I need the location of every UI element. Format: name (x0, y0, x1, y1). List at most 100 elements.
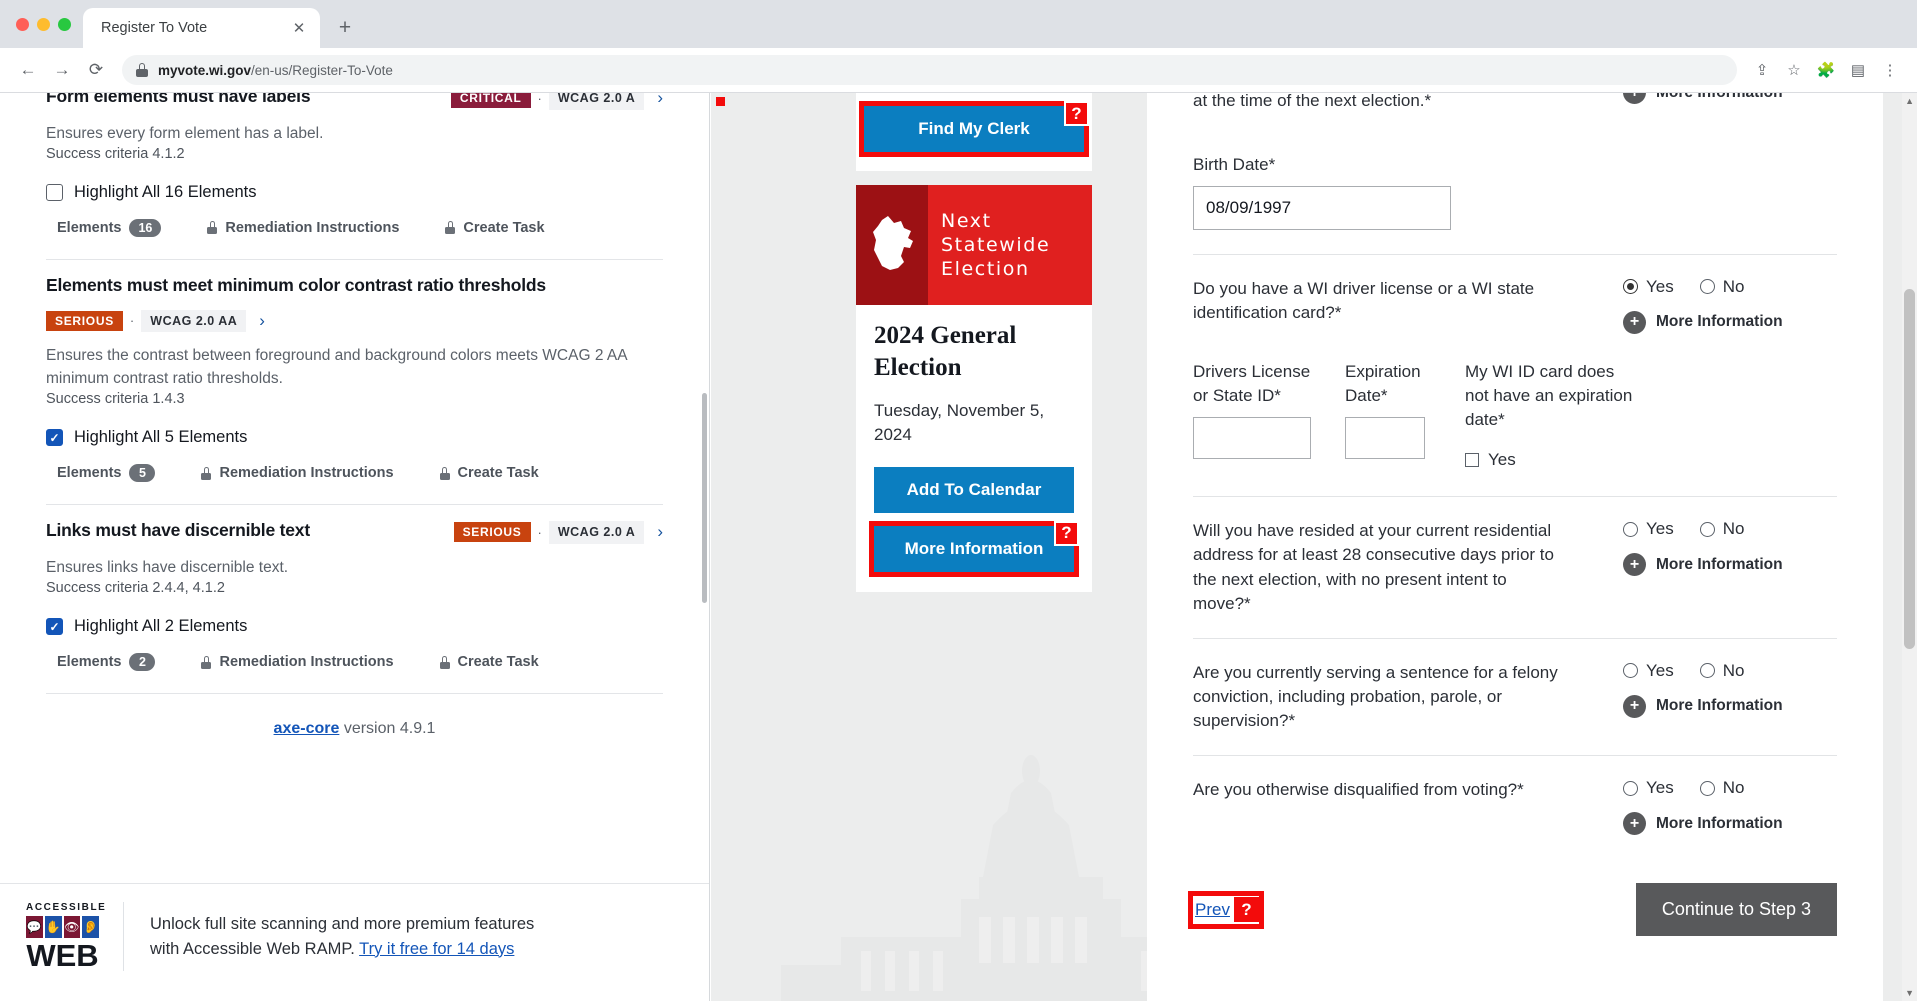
arrow-left-icon[interactable]: ← (12, 54, 44, 86)
chevron-right-icon[interactable]: › (253, 311, 265, 331)
chevron-right-icon[interactable]: › (651, 93, 663, 108)
issue-title: Elements must meet minimum color contras… (46, 274, 546, 295)
radio-no[interactable]: No (1699, 778, 1745, 798)
maximize-window-button[interactable] (58, 17, 71, 31)
more-information-toggle[interactable]: + More Information (1575, 310, 1837, 334)
kebab-menu-icon[interactable]: ⋮ (1875, 55, 1905, 85)
promo-trial-link[interactable]: Try it free for 14 days (359, 940, 514, 958)
expiration-date-input[interactable] (1345, 416, 1425, 459)
close-window-button[interactable] (16, 17, 29, 31)
plus-icon[interactable]: + (1623, 694, 1646, 718)
more-information-label: More Information (1656, 814, 1783, 832)
radio-no[interactable]: No (1699, 519, 1744, 539)
create-task-label: Create Task (457, 465, 539, 482)
no-expiration-checkbox-row[interactable]: Yes (1465, 450, 1635, 470)
plus-icon[interactable]: + (1623, 310, 1646, 334)
scrollbar-thumb[interactable] (1904, 289, 1915, 649)
scroll-up-arrow-icon[interactable]: ▲ (1905, 96, 1914, 106)
axe-violation-marker[interactable]: ? (1064, 101, 1089, 126)
share-icon[interactable]: ⇪ (1747, 55, 1777, 85)
axe-issue-item[interactable]: Elements must meet minimum color contras… (46, 260, 663, 506)
plus-icon[interactable]: + (1623, 812, 1646, 836)
radio-yes-circle[interactable] (1623, 521, 1638, 537)
find-my-clerk-button[interactable]: Find My Clerk (864, 106, 1084, 152)
radio-yes[interactable]: Yes (1623, 661, 1674, 681)
arrow-right-icon[interactable]: → (46, 54, 78, 86)
create-task-button[interactable]: Create Task (439, 465, 539, 482)
highlight-checkbox[interactable] (46, 183, 63, 201)
remediation-instructions-button[interactable]: Remediation Instructions (207, 220, 399, 236)
remediation-instructions-button[interactable]: Remediation Instructions (201, 654, 394, 670)
birth-date-input[interactable] (1193, 185, 1451, 230)
no-expiration-checkbox[interactable] (1465, 453, 1479, 468)
more-information-container: ? More Information (869, 520, 1079, 577)
next-election-card: Next Statewide Election 2024 General Ele… (856, 185, 1092, 592)
radio-yes[interactable]: Yes (1623, 519, 1674, 539)
radio-no[interactable]: No (1699, 661, 1744, 681)
radio-no-circle[interactable] (1699, 663, 1715, 679)
plus-icon[interactable]: + (1623, 553, 1646, 577)
scrollbar-thumb[interactable] (702, 393, 707, 603)
add-to-calendar-button[interactable]: Add To Calendar (874, 466, 1074, 513)
chevron-right-icon[interactable]: › (651, 522, 663, 542)
radio-yes-circle[interactable] (1623, 279, 1638, 295)
create-task-button[interactable]: Create Task (445, 220, 545, 236)
radio-yes-label: Yes (1646, 778, 1674, 798)
more-information-toggle[interactable]: + More Information (1575, 553, 1837, 577)
remediation-instructions-button[interactable]: Remediation Instructions (201, 465, 394, 481)
issue-actions: Elements 5 Remediation Instructions Crea… (46, 464, 663, 483)
elements-button[interactable]: Elements 5 (57, 464, 156, 483)
axe-core-link[interactable]: axe-core (274, 720, 340, 737)
highlight-checkbox[interactable] (46, 618, 63, 635)
page-scrollbar[interactable]: ▲ ▼ (1902, 93, 1917, 1001)
find-clerk-container: ? Find My Clerk (856, 93, 1092, 171)
more-information-toggle[interactable]: + More Information (1575, 812, 1837, 836)
close-icon[interactable]: ✕ (288, 17, 310, 39)
prev-link[interactable]: Prev (1193, 896, 1232, 924)
more-information-toggle[interactable]: + More Information (1575, 694, 1837, 718)
no-expiration-checkbox-label: Yes (1488, 450, 1516, 470)
axe-issue-item[interactable]: Form elements must have labels CRITICAL … (46, 93, 663, 260)
elements-button[interactable]: Elements 2 (57, 653, 156, 671)
more-information-button[interactable]: More Information (874, 525, 1074, 572)
issue-meta: SERIOUS · WCAG 2.0 AA › (46, 308, 663, 333)
radio-no[interactable]: No (1699, 277, 1744, 297)
browser-tab[interactable]: Register To Vote ✕ (83, 8, 320, 48)
create-task-button[interactable]: Create Task (439, 654, 539, 670)
minimize-window-button[interactable] (37, 17, 50, 31)
question-controls: Yes No + More Information (1575, 277, 1837, 334)
axe-violation-marker[interactable]: ? (1054, 520, 1079, 546)
radio-yes-circle[interactable] (1623, 663, 1638, 679)
axe-panel-scrollbar[interactable] (700, 93, 709, 1001)
continue-to-step-3-button[interactable]: Continue to Step 3 (1635, 883, 1837, 937)
radio-yes-circle[interactable] (1623, 780, 1638, 796)
radio-yes[interactable]: Yes (1623, 277, 1674, 297)
more-information-label: More Information (1656, 313, 1783, 331)
radio-no-label: No (1722, 778, 1745, 798)
axe-violation-marker[interactable]: ? (1233, 897, 1259, 923)
plus-icon[interactable]: + (328, 11, 362, 45)
question-text: Are you currently serving a sentence for… (1193, 662, 1558, 731)
issue-description: Ensures the contrast between foreground … (46, 347, 627, 387)
star-icon[interactable]: ☆ (1779, 55, 1809, 85)
reload-icon[interactable]: ⟳ (80, 54, 112, 86)
radio-no-circle[interactable] (1699, 521, 1715, 537)
radio-no-circle[interactable] (1699, 279, 1715, 295)
drivers-license-input[interactable] (1193, 416, 1311, 459)
address-bar[interactable]: myvote.wi.gov/en-us/Register-To-Vote (122, 55, 1737, 85)
separator-dot: · (537, 524, 542, 540)
plus-icon[interactable]: + (1623, 93, 1646, 104)
puzzle-icon[interactable]: 🧩 (1811, 55, 1841, 85)
highlight-all-toggle[interactable]: Highlight All 5 Elements (46, 428, 663, 447)
axe-issue-item[interactable]: Links must have discernible text SERIOUS… (46, 505, 663, 694)
more-information-toggle[interactable]: + More Information (1575, 93, 1837, 104)
scroll-down-arrow-icon[interactable]: ▼ (1905, 988, 1914, 998)
radio-no-circle[interactable] (1699, 780, 1715, 796)
highlight-all-toggle[interactable]: Highlight All 16 Elements (46, 183, 663, 202)
radio-yes[interactable]: Yes (1623, 778, 1674, 798)
url-path: /en-us/Register-To-Vote (251, 62, 393, 78)
side-panel-icon[interactable]: ▤ (1843, 55, 1873, 85)
highlight-all-toggle[interactable]: Highlight All 2 Elements (46, 617, 663, 636)
elements-button[interactable]: Elements 16 (57, 218, 162, 237)
highlight-checkbox[interactable] (46, 429, 63, 447)
